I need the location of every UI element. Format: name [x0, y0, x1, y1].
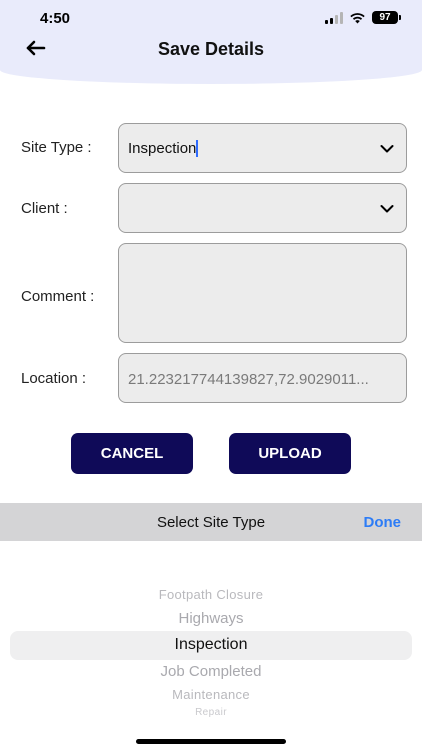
- picker-option-selected[interactable]: Inspection: [0, 636, 422, 654]
- client-dropdown[interactable]: [118, 183, 407, 233]
- location-value: 21.223217744139827,72.9029011...: [128, 371, 369, 388]
- status-icons: 97: [325, 11, 401, 24]
- site-type-value: Inspection: [128, 139, 199, 157]
- picker-option[interactable]: Repair: [0, 707, 422, 718]
- done-button[interactable]: Done: [364, 514, 402, 531]
- cellular-signal-icon: [325, 11, 343, 24]
- status-bar: 4:50 97: [0, 0, 422, 36]
- client-row: Client :: [0, 183, 422, 233]
- upload-button[interactable]: UPLOAD: [229, 433, 351, 474]
- location-label: Location :: [21, 370, 87, 387]
- picker-option[interactable]: Job Completed: [0, 663, 422, 680]
- site-type-picker-wheel[interactable]: Footpath Closure Highways Inspection Job…: [0, 541, 422, 750]
- location-field[interactable]: 21.223217744139827,72.9029011...: [118, 353, 407, 403]
- chevron-down-icon: [380, 205, 394, 213]
- picker-toolbar: Select Site Type Done: [0, 503, 422, 541]
- status-time: 4:50: [40, 10, 71, 27]
- header-bar: 4:50 97 Save Details: [0, 0, 422, 84]
- site-type-label: Site Type :: [21, 139, 92, 156]
- picker-title: Select Site Type: [156, 514, 266, 531]
- client-label: Client :: [21, 200, 68, 217]
- location-row: Location : 21.223217744139827,72.9029011…: [0, 353, 422, 403]
- comment-textarea[interactable]: [118, 243, 407, 343]
- home-indicator: [136, 739, 286, 744]
- comment-label: Comment :: [21, 288, 95, 305]
- cancel-button[interactable]: CANCEL: [71, 433, 193, 474]
- picker-option[interactable]: Footpath Closure: [0, 587, 422, 602]
- site-type-dropdown[interactable]: Inspection: [118, 123, 407, 173]
- site-type-row: Site Type : Inspection: [0, 123, 422, 173]
- picker-option[interactable]: Highways: [0, 610, 422, 627]
- picker-option[interactable]: Maintenance: [0, 687, 422, 702]
- page-title: Save Details: [157, 39, 265, 59]
- comment-row: Comment :: [0, 243, 422, 343]
- battery-icon: 97: [372, 11, 401, 24]
- chevron-down-icon: [380, 145, 394, 153]
- wifi-icon: [349, 12, 366, 24]
- text-cursor: [196, 139, 199, 157]
